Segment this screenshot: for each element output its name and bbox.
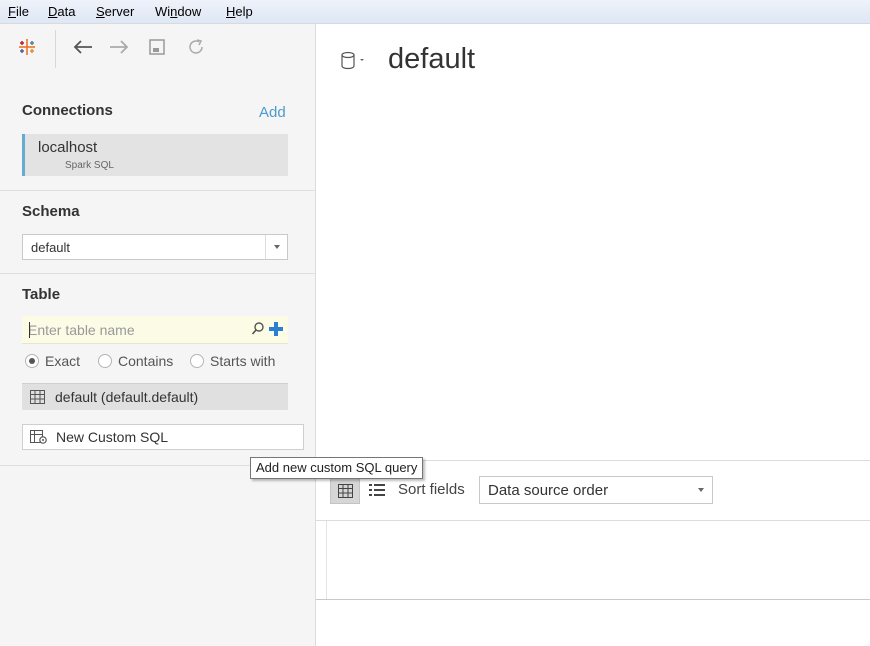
sort-fields-select[interactable]: Data source order xyxy=(479,476,713,504)
grid-header-divider xyxy=(316,520,870,521)
data-grid-row-header xyxy=(326,521,327,599)
save-icon[interactable] xyxy=(148,38,166,60)
menu-server[interactable]: Server xyxy=(96,4,134,19)
toolbar-separator xyxy=(55,30,56,68)
chevron-down-icon[interactable] xyxy=(265,235,287,259)
datasource-title[interactable]: default xyxy=(388,43,475,76)
add-connection-link[interactable]: Add xyxy=(259,104,286,121)
grid-icon xyxy=(338,484,353,498)
table-search-input[interactable] xyxy=(28,320,248,340)
connections-title: Connections xyxy=(22,102,113,119)
search-icon[interactable] xyxy=(251,321,265,337)
menu-help[interactable]: Help xyxy=(226,4,253,19)
table-icon xyxy=(30,390,45,404)
custom-sql-label: New Custom SQL xyxy=(56,429,169,445)
menu-bar: File Data Server Window Help xyxy=(0,0,870,24)
add-table-plus-icon[interactable] xyxy=(268,321,284,337)
menu-file[interactable]: File xyxy=(8,4,29,19)
radio-button xyxy=(190,354,204,368)
table-item-label: default (default.default) xyxy=(55,389,199,405)
menu-window[interactable]: Window xyxy=(155,4,201,19)
tableau-logo-icon[interactable] xyxy=(18,38,36,60)
table-search-box xyxy=(22,316,288,344)
text-caret xyxy=(29,322,30,338)
section-divider xyxy=(0,273,316,274)
grid-bottom-divider xyxy=(316,599,870,600)
list-view-icon[interactable] xyxy=(368,482,386,498)
forward-arrow-icon[interactable] xyxy=(108,38,130,60)
back-arrow-icon[interactable] xyxy=(72,38,94,60)
sort-fields-label: Sort fields xyxy=(398,481,465,498)
schema-select[interactable]: default xyxy=(22,234,288,260)
radio-button-selected xyxy=(25,354,39,368)
table-title: Table xyxy=(22,286,61,303)
refresh-icon[interactable] xyxy=(186,37,206,61)
schema-title: Schema xyxy=(22,203,80,220)
tooltip: Add new custom SQL query xyxy=(250,457,424,479)
section-divider xyxy=(0,190,316,191)
datasource-cylinder-icon[interactable] xyxy=(340,50,370,72)
connection-type: Spark SQL xyxy=(65,160,114,171)
chevron-down-icon[interactable] xyxy=(690,477,712,503)
custom-sql-icon xyxy=(30,430,48,445)
menu-data[interactable]: Data xyxy=(48,4,75,19)
sort-selected-value: Data source order xyxy=(488,482,609,499)
schema-selected-value: default xyxy=(31,240,71,255)
connection-name: localhost xyxy=(38,139,98,156)
toolbar xyxy=(0,24,316,74)
grid-view-button[interactable] xyxy=(330,478,360,504)
table-list-item[interactable]: default (default.default) xyxy=(22,383,288,410)
left-pane: Connections Add localhost Spark SQL Sche… xyxy=(0,24,316,646)
new-custom-sql-button[interactable]: New Custom SQL xyxy=(22,424,304,450)
radio-button xyxy=(98,354,112,368)
connection-item[interactable]: localhost Spark SQL xyxy=(22,134,288,176)
